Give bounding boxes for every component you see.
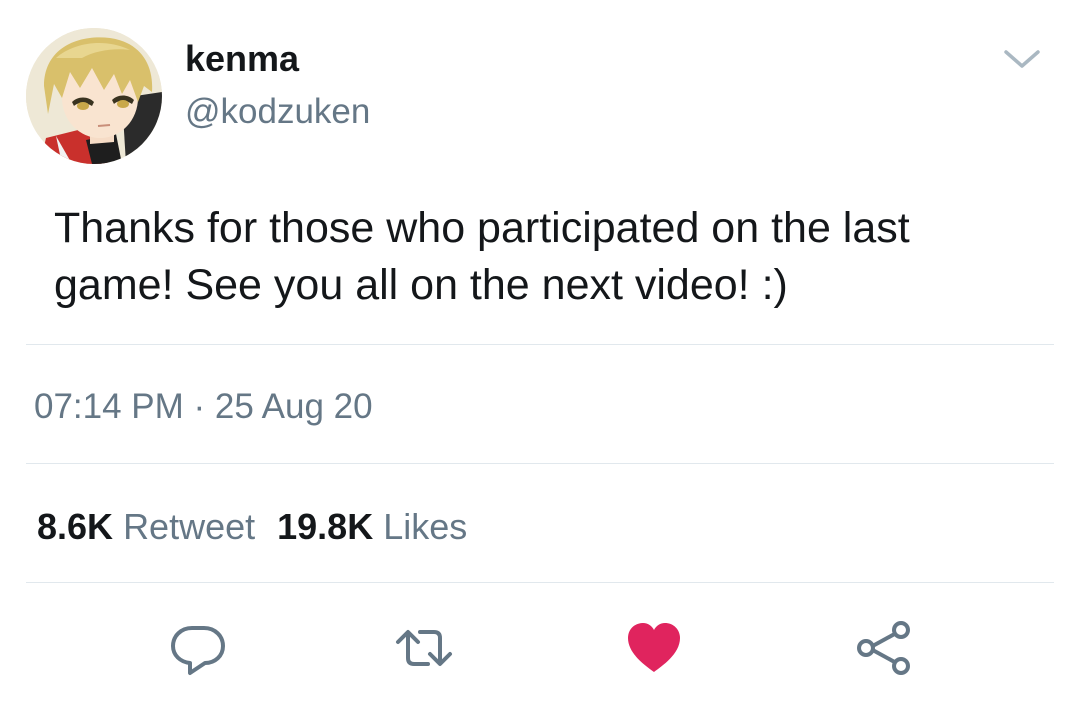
display-name[interactable]: kenma — [185, 38, 299, 80]
retweet-button[interactable] — [394, 618, 454, 678]
likes-count: 19.8K — [277, 506, 374, 547]
like-button[interactable] — [624, 618, 684, 678]
heart-icon — [628, 623, 680, 672]
retweet-icon — [396, 630, 452, 666]
share-icon — [857, 621, 910, 675]
divider — [26, 344, 1054, 345]
share-button[interactable] — [854, 618, 914, 678]
likes-stat[interactable]: 19.8K Likes — [277, 506, 467, 547]
tweet-text: Thanks for those who participated on the… — [54, 204, 910, 309]
retweet-count: 8.6K — [37, 506, 114, 547]
tweet-timestamp[interactable]: 07:14 PM · 25 Aug 20 — [34, 386, 373, 428]
tweet-stats: 8.6K Retweet 19.8K Likes — [37, 505, 467, 549]
likes-label: Likes — [383, 506, 468, 547]
retweet-stat[interactable]: 8.6K Retweet — [37, 506, 255, 547]
profile-avatar-image — [26, 28, 162, 164]
retweet-label: Retweet — [123, 506, 256, 547]
reply-button[interactable] — [168, 618, 228, 678]
avatar[interactable] — [26, 28, 162, 164]
divider — [26, 463, 1054, 464]
divider — [26, 582, 1054, 583]
reply-icon — [171, 626, 225, 675]
chevron-down-icon[interactable] — [1000, 44, 1044, 74]
user-handle[interactable]: @kodzuken — [185, 91, 370, 133]
